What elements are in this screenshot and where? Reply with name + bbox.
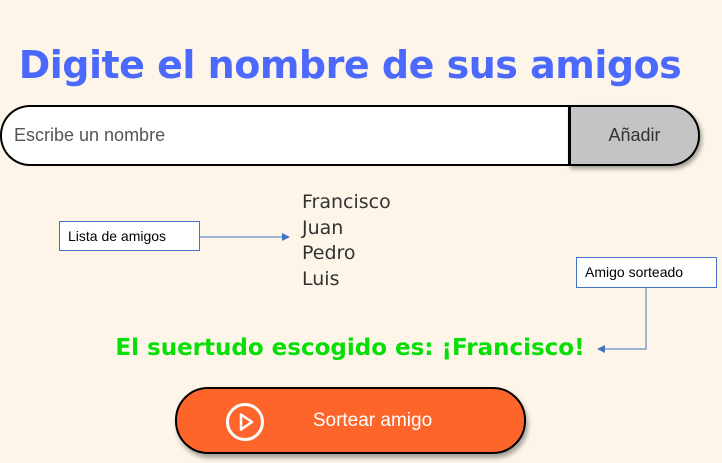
list-item: Pedro [302, 242, 356, 264]
list-item: Francisco [302, 191, 391, 213]
friends-list-callout: Lista de amigos [59, 221, 200, 251]
add-friend-bar: Añadir [0, 105, 700, 166]
list-item: Luis [302, 267, 340, 290]
add-button[interactable]: Añadir [568, 105, 700, 166]
list-item: Juan [302, 216, 344, 239]
drawn-friend-callout: Amigo sorteado [576, 257, 717, 288]
name-input[interactable] [0, 105, 570, 166]
page-title: Digite el nombre de sus amigos [18, 43, 682, 88]
result-message: El suertudo escogido es: ¡Francisco! [115, 335, 585, 361]
friends-list: Francisco Juan Pedro Luis [302, 190, 391, 292]
draw-friend-button[interactable]: Sortear amigo [175, 387, 526, 454]
draw-button-label: Sortear amigo [312, 410, 433, 431]
